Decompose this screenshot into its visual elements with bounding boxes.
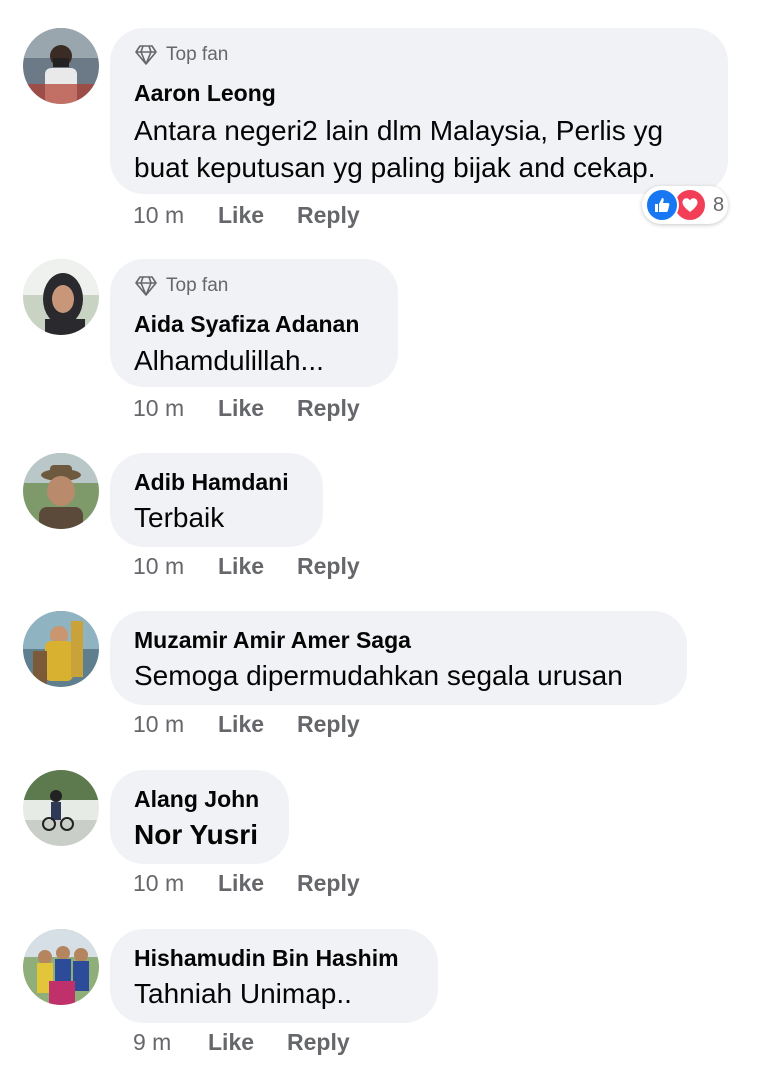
comment-time[interactable]: 10 m xyxy=(133,711,218,738)
comment-time[interactable]: 10 m xyxy=(133,395,218,422)
comment-actions: 10 m Like Reply xyxy=(133,870,360,897)
comment-author[interactable]: Hishamudin Bin Hashim xyxy=(134,945,399,972)
comment-actions: 9 m Like Reply xyxy=(133,1029,350,1056)
avatar[interactable] xyxy=(23,453,99,529)
reaction-summary[interactable]: 8 xyxy=(642,186,728,224)
diamond-icon xyxy=(135,276,157,296)
comment-author[interactable]: Muzamir Amir Amer Saga xyxy=(134,627,411,654)
comment-bubble: Top fan Aida Syafiza Adanan Alhamdulilla… xyxy=(110,259,398,387)
reply-button[interactable]: Reply xyxy=(297,870,360,897)
like-button[interactable]: Like xyxy=(218,202,297,229)
comment-bubble: Muzamir Amir Amer Saga Semoga dipermudah… xyxy=(110,611,687,705)
comment-text-line: Semoga dipermudahkan segala urusan xyxy=(134,660,623,691)
avatar[interactable] xyxy=(23,259,99,335)
comment-actions: 10 m Like Reply xyxy=(133,711,360,738)
avatar[interactable] xyxy=(23,28,99,104)
comment-time[interactable]: 9 m xyxy=(133,1029,208,1056)
comment-text-line: Terbaik xyxy=(134,502,225,533)
comment-bubble: Adib Hamdani Terbaik xyxy=(110,453,323,547)
like-reaction-icon xyxy=(645,188,679,222)
mention-link[interactable]: Nor Yusri xyxy=(134,816,258,853)
comment-text-line: Tahniah Unimap.. xyxy=(134,978,352,1009)
comment-bubble: Hishamudin Bin Hashim Tahniah Unimap.. xyxy=(110,929,438,1023)
top-fan-badge: Top fan xyxy=(134,275,228,297)
reply-button[interactable]: Reply xyxy=(287,1029,350,1056)
comment-time[interactable]: 10 m xyxy=(133,553,218,580)
reply-button[interactable]: Reply xyxy=(297,553,360,580)
comment-author[interactable]: Aida Syafiza Adanan xyxy=(134,311,359,338)
like-button[interactable]: Like xyxy=(208,1029,287,1056)
top-fan-badge: Top fan xyxy=(134,44,228,66)
reaction-count: 8 xyxy=(713,193,725,216)
comment-actions: 10 m Like Reply xyxy=(133,395,360,422)
avatar[interactable] xyxy=(23,929,99,1005)
comment-text-line: buat keputusan yg paling bijak and cekap… xyxy=(134,152,656,183)
reply-button[interactable]: Reply xyxy=(297,711,360,738)
avatar[interactable] xyxy=(23,611,99,687)
comment-bubble: Top fan Aaron Leong Antara negeri2 lain … xyxy=(110,28,728,194)
like-button[interactable]: Like xyxy=(218,553,297,580)
comment-time[interactable]: 10 m xyxy=(133,202,218,229)
like-button[interactable]: Like xyxy=(218,395,297,422)
comment-bubble: Alang John Nor Yusri xyxy=(110,770,289,864)
comment-text-line: Antara negeri2 lain dlm Malaysia, Perlis… xyxy=(134,115,664,146)
comment-text-line: Alhamdulillah... xyxy=(134,345,324,376)
diamond-icon xyxy=(135,45,157,65)
top-fan-label: Top fan xyxy=(166,44,229,65)
reply-button[interactable]: Reply xyxy=(297,395,360,422)
comment-time[interactable]: 10 m xyxy=(133,870,218,897)
top-fan-label: Top fan xyxy=(166,275,229,296)
comment-actions: 10 m Like Reply xyxy=(133,202,360,229)
like-button[interactable]: Like xyxy=(218,711,297,738)
comment-actions: 10 m Like Reply xyxy=(133,553,360,580)
comment-author[interactable]: Alang John xyxy=(134,786,259,813)
reply-button[interactable]: Reply xyxy=(297,202,360,229)
avatar[interactable] xyxy=(23,770,99,846)
like-button[interactable]: Like xyxy=(218,870,297,897)
comment-author[interactable]: Adib Hamdani xyxy=(134,469,289,496)
comment-author[interactable]: Aaron Leong xyxy=(134,80,276,107)
